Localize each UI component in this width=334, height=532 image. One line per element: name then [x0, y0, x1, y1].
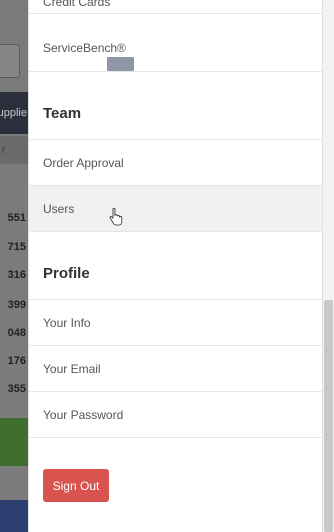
background-row-number: 355	[7, 383, 26, 395]
background-row-number: 551	[7, 212, 26, 224]
background-row-number: 048	[7, 327, 26, 339]
background-header-label: r	[2, 144, 6, 156]
menu-item-your-email[interactable]: Your Email	[29, 346, 322, 392]
menu-item-your-info[interactable]: Your Info	[29, 300, 322, 346]
background-row-number: 176	[7, 355, 26, 367]
background-search-input	[0, 44, 20, 78]
menu-item-label: Your Info	[43, 315, 91, 330]
background-row-number: 316	[7, 269, 26, 281]
background-nav-item: Supplie	[0, 92, 28, 134]
profile-section-heading: Profile	[29, 232, 322, 300]
background-footer	[0, 500, 28, 532]
section-title: Team	[43, 105, 82, 122]
menu-item-label: Users	[43, 201, 75, 216]
menu-item-users[interactable]: Users	[29, 186, 322, 232]
background-row-number: 399	[7, 299, 26, 311]
menu-item-label: Order Approval	[43, 155, 124, 170]
hover-tooltip	[107, 57, 134, 71]
account-menu-panel: Credit Cards ServiceBench® Team Order Ap…	[28, 0, 322, 532]
hand-cursor-icon	[109, 208, 123, 226]
menu-item-label: Your Password	[43, 407, 124, 422]
background-nav-label: Supplie	[0, 107, 27, 119]
menu-item-your-password[interactable]: Your Password	[29, 392, 322, 438]
scrollbar-thumb[interactable]	[324, 300, 333, 532]
background-app: Supplie r 551 715 316 399 048 176 355	[0, 0, 28, 532]
menu-item-credit-cards[interactable]: Credit Cards	[29, 0, 322, 14]
menu-item-label: Credit Cards	[43, 0, 111, 9]
sign-out-button[interactable]: Sign Out	[43, 469, 109, 502]
team-section-heading: Team	[29, 72, 322, 140]
menu-item-label: Your Email	[43, 361, 101, 376]
background-header-row: r	[0, 136, 28, 164]
menu-item-label: ServiceBench®	[43, 40, 126, 55]
menu-item-order-approval[interactable]: Order Approval	[29, 140, 322, 186]
background-green-banner	[0, 418, 28, 466]
menu-item-servicebench[interactable]: ServiceBench®	[29, 24, 322, 72]
section-title: Profile	[43, 265, 90, 282]
background-row-number: 715	[7, 241, 26, 253]
